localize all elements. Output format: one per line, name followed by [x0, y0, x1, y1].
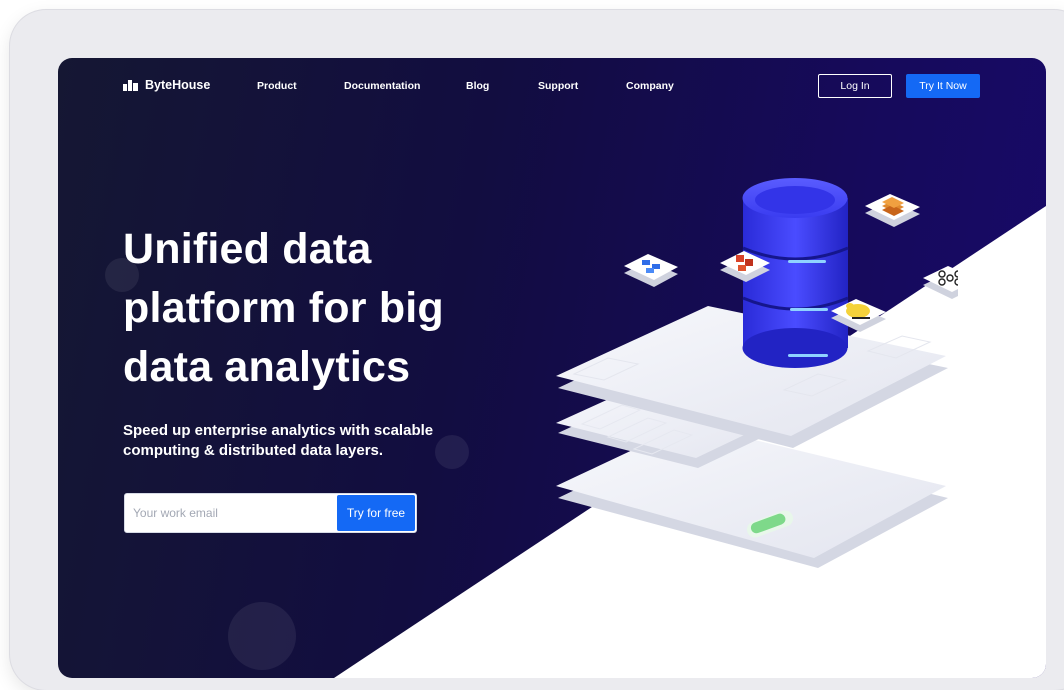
nav-product[interactable]: Product	[257, 80, 297, 92]
device-frame: ByteHouse Product Documentation Blog Sup…	[10, 10, 1064, 690]
brand-logo[interactable]: ByteHouse	[123, 78, 210, 92]
decor-bubble	[228, 602, 296, 670]
signup-form: Try for free	[124, 493, 417, 533]
bytehouse-logo-icon	[123, 80, 138, 91]
headline-line: data analytics	[123, 343, 411, 391]
subheadline-line: computing & distributed data layers.	[123, 442, 384, 459]
browser-screen: ByteHouse Product Documentation Blog Sup…	[58, 58, 1046, 678]
hero-headline: Unified data platform for big data analy…	[123, 220, 483, 397]
nav-company[interactable]: Company	[626, 80, 674, 92]
brand-name: ByteHouse	[145, 78, 211, 92]
nav-support[interactable]: Support	[538, 80, 578, 92]
nav-documentation[interactable]: Documentation	[344, 80, 420, 92]
platform-illustration	[556, 178, 958, 568]
email-input[interactable]	[125, 494, 337, 532]
try-it-now-button[interactable]: Try It Now	[906, 74, 980, 98]
subheadline-line: Speed up enterprise analytics with scala…	[123, 422, 434, 439]
integration-tile-icon	[624, 254, 678, 287]
aws-stack-tile-icon	[865, 194, 920, 227]
hero-subheadline: Speed up enterprise analytics with scala…	[123, 421, 453, 461]
try-for-free-button[interactable]: Try for free	[337, 495, 415, 531]
nav-blog[interactable]: Blog	[466, 80, 489, 92]
kafka-tile-icon	[923, 266, 958, 299]
login-button[interactable]: Log In	[818, 74, 892, 98]
headline-line: platform for big	[123, 284, 444, 332]
headline-line: Unified data	[123, 225, 372, 273]
